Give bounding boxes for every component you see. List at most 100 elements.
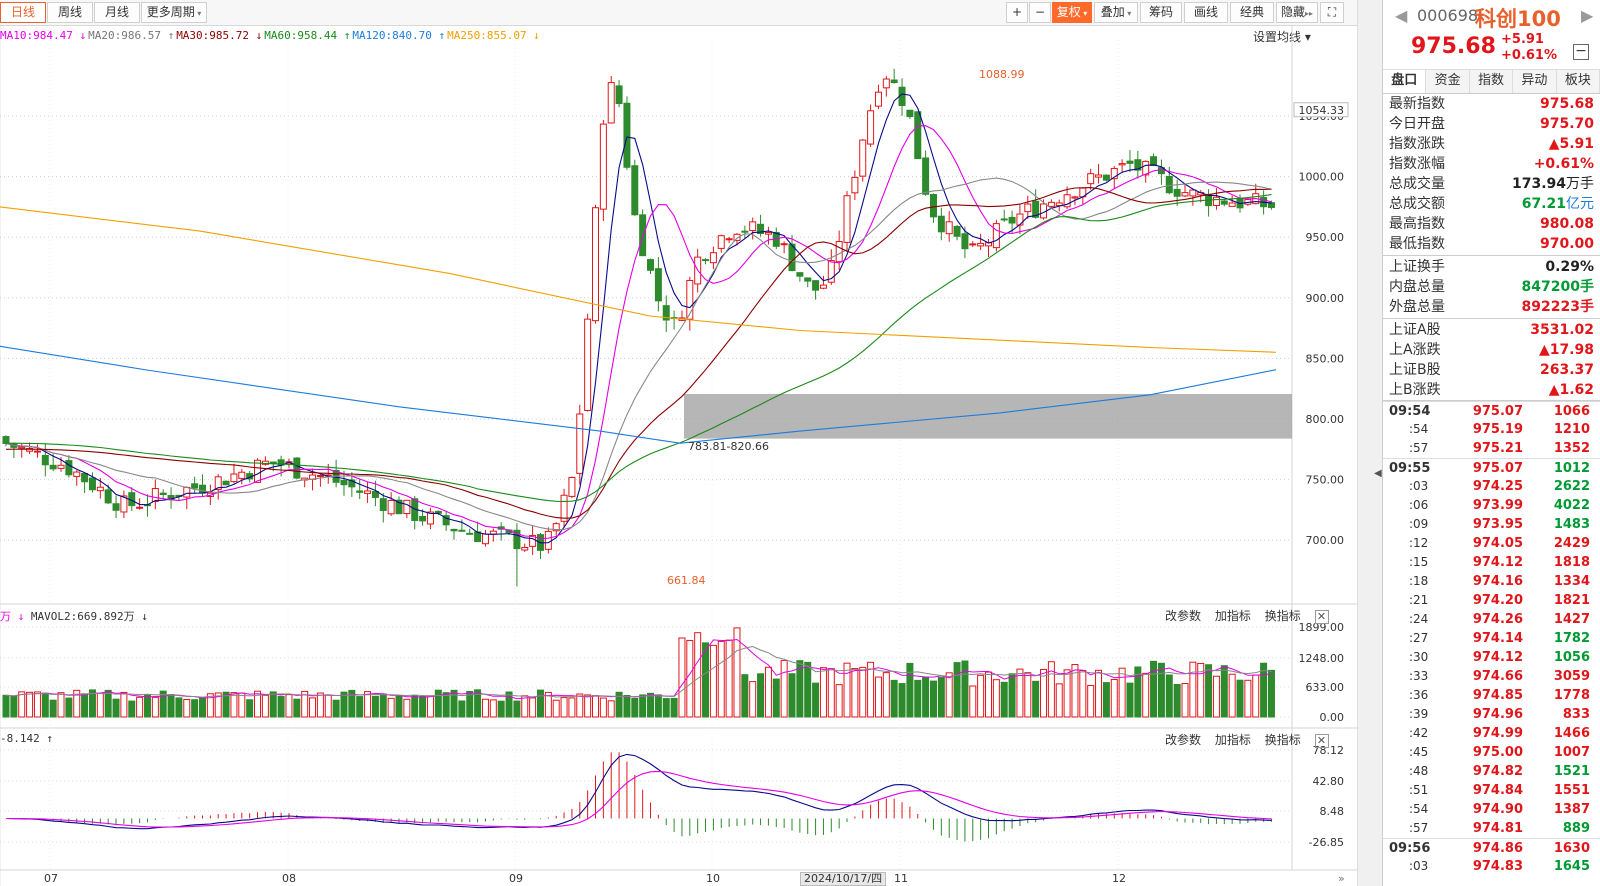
volume-info-value: 892223手 xyxy=(1521,299,1594,315)
side-tab-2[interactable]: 指数 xyxy=(1470,70,1514,93)
volume-bar xyxy=(1189,661,1197,718)
hide-button[interactable]: 隐藏▸▸ xyxy=(1276,2,1318,23)
candle-down xyxy=(371,490,379,498)
classic-label: 经典 xyxy=(1239,5,1264,19)
prev-security-icon[interactable]: ◀ xyxy=(1395,6,1407,25)
candle-down xyxy=(1032,200,1040,218)
volume-switch-indicator-button[interactable]: 换指标 xyxy=(1265,609,1301,623)
volume-bar xyxy=(1126,682,1134,718)
volume-bar xyxy=(1095,669,1103,718)
candle-down xyxy=(639,214,647,257)
macd-switch-indicator-button[interactable]: 换指标 xyxy=(1265,733,1301,747)
volume-close-icon[interactable]: ✕ xyxy=(1314,610,1329,624)
candle-down xyxy=(929,194,937,218)
zoom-in-button[interactable]: + xyxy=(1006,2,1028,23)
macd-close-icon[interactable]: ✕ xyxy=(1314,734,1329,748)
candle-down xyxy=(442,515,450,526)
candle-up xyxy=(1095,174,1103,178)
ma-settings-button[interactable]: 设置均线 ▾ xyxy=(1253,28,1311,45)
adjust-button[interactable]: 复权 ▾ xyxy=(1052,2,1092,23)
volume-bar xyxy=(953,662,961,718)
volume-bar xyxy=(929,680,937,718)
candle-up xyxy=(309,474,317,480)
candle-up xyxy=(364,490,372,494)
tick-price: 974.96 xyxy=(1472,707,1523,722)
tick-row: :57 975.21 1352 xyxy=(1383,439,1600,458)
volume-bar xyxy=(521,695,529,718)
tick-volume: 1521 xyxy=(1553,764,1590,779)
volume-bar xyxy=(647,692,655,718)
tick-price: 974.82 xyxy=(1472,764,1523,779)
price-tick-label: 1050.00 xyxy=(1299,110,1345,123)
volume-bar xyxy=(536,689,544,718)
volume-bar xyxy=(914,679,922,718)
side-panel-gutter[interactable] xyxy=(1357,0,1382,886)
period-tab-1[interactable]: 周线 xyxy=(47,2,93,23)
chips-button[interactable]: 筹码 xyxy=(1140,2,1182,23)
ma20-line xyxy=(5,177,1272,531)
side-tab-3[interactable]: 异动 xyxy=(1513,70,1557,93)
macd-change-params-button[interactable]: 改参数 xyxy=(1165,733,1201,747)
volume-bar xyxy=(552,699,560,718)
candle-up xyxy=(214,476,222,491)
volume-add-indicator-button[interactable]: 加指标 xyxy=(1215,609,1251,623)
classic-button[interactable]: 经典 xyxy=(1230,2,1274,23)
side-tab-1[interactable]: 资金 xyxy=(1426,70,1470,93)
volume-bar xyxy=(175,697,183,718)
divider xyxy=(1383,255,1600,256)
minimize-icon[interactable]: − xyxy=(1573,44,1589,60)
candle-up xyxy=(764,231,772,235)
volume-bar xyxy=(1150,660,1158,718)
price-axis-layer: 1050.00 1000.00 950.00 900.00 850.00 800.00 75… xyxy=(1293,102,1349,547)
volume-bar xyxy=(481,698,489,718)
volume-bar xyxy=(1228,673,1236,718)
candle-up xyxy=(151,488,159,502)
volume-change-params-button[interactable]: 改参数 xyxy=(1165,609,1201,623)
volume-bar xyxy=(96,692,104,718)
volume-layer: 1899.001248.00633.000.00 xyxy=(0,621,1344,724)
zoom-out-button[interactable]: − xyxy=(1029,2,1051,23)
tick-price: 974.12 xyxy=(1472,650,1523,665)
candle-up xyxy=(874,91,882,107)
ma5-line xyxy=(5,93,1272,544)
fullscreen-button[interactable]: ⛶ xyxy=(1320,2,1344,23)
period-tab-0[interactable]: 日线 xyxy=(0,2,46,23)
volume-info-row: 上证换手 0.29% xyxy=(1383,257,1600,277)
volume-bar xyxy=(238,692,246,718)
period-tab-3[interactable]: 更多周期 ▾ xyxy=(141,2,207,23)
volume-info-label: 外盘总量 xyxy=(1389,299,1445,315)
macd-tick-label: 8.48 xyxy=(1320,805,1345,818)
volume-bar xyxy=(1102,682,1110,718)
next-security-icon[interactable]: ▶ xyxy=(1581,6,1593,25)
overlay-button[interactable]: 叠加 ▾ xyxy=(1094,2,1138,23)
volume-bar xyxy=(1267,669,1275,718)
price-tick-label: 800.00 xyxy=(1306,413,1345,426)
chevron-down-icon: ▾ xyxy=(1124,9,1132,18)
current-price: 975.68 xyxy=(1411,34,1496,59)
volume-bar xyxy=(340,691,348,718)
volume-bar xyxy=(371,695,379,718)
price-tick-label: 750.00 xyxy=(1306,474,1345,487)
candle-up xyxy=(686,279,694,320)
price-tick-label: 850.00 xyxy=(1306,352,1345,365)
tick-volume: 1007 xyxy=(1553,745,1590,760)
volume-bar xyxy=(442,692,450,718)
kline-chart[interactable]: 1050.00 1000.00 950.00 900.00 850.00 800.00 75… xyxy=(0,0,1357,886)
candle-down xyxy=(434,510,442,514)
security-name: 科创100 xyxy=(1475,7,1561,31)
draw-line-button[interactable]: 画线 xyxy=(1184,2,1228,23)
side-tab-0[interactable]: 盘口 xyxy=(1383,70,1427,93)
collapse-arrow-icon[interactable]: ◀ xyxy=(1374,468,1382,479)
candle-up xyxy=(1252,193,1260,205)
side-tab-4[interactable]: 板块 xyxy=(1557,70,1600,93)
period-tab-2[interactable]: 月线 xyxy=(94,2,140,23)
tick-time: 09:55 xyxy=(1389,461,1431,476)
candle-down xyxy=(332,469,340,483)
macd-add-indicator-button[interactable]: 加指标 xyxy=(1215,733,1251,747)
market-info-value: ▲17.98 xyxy=(1538,342,1594,358)
candle-down xyxy=(466,532,474,535)
volume-bar xyxy=(592,695,599,718)
volume-bar xyxy=(733,627,741,718)
candle-down xyxy=(1173,188,1181,197)
tick-volume: 1387 xyxy=(1553,802,1590,817)
